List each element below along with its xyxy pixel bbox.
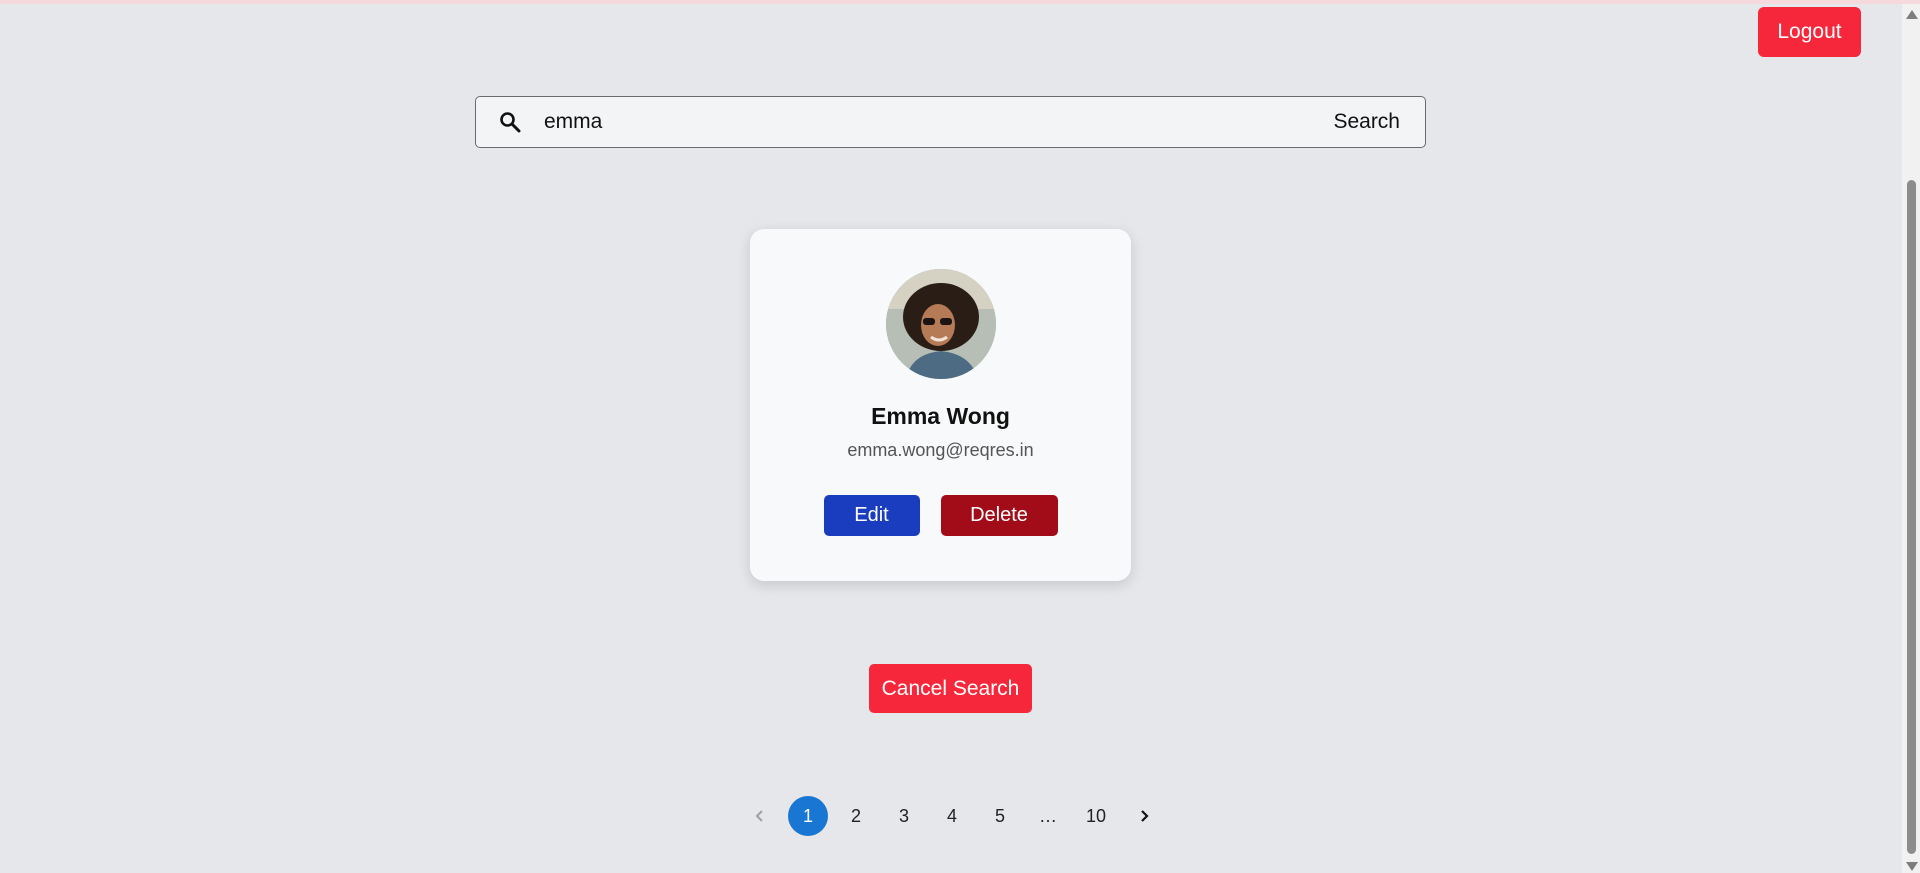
- user-name: Emma Wong: [871, 403, 1010, 429]
- cancel-search-button[interactable]: Cancel Search: [869, 664, 1032, 713]
- user-email: emma.wong@reqres.in: [847, 440, 1034, 460]
- edit-button[interactable]: Edit: [823, 495, 920, 536]
- page-button-5[interactable]: 5: [980, 796, 1020, 836]
- page-button-1[interactable]: 1: [788, 796, 828, 836]
- chevron-right-icon[interactable]: [1124, 796, 1164, 836]
- card-actions: Edit Delete: [823, 495, 1058, 536]
- search-input[interactable]: [544, 97, 1314, 147]
- delete-button[interactable]: Delete: [940, 495, 1058, 536]
- page-button-4[interactable]: 4: [932, 796, 972, 836]
- avatar: [885, 269, 996, 379]
- page-ellipsis: …: [1039, 805, 1057, 826]
- scrollbar[interactable]: [1902, 4, 1920, 873]
- search-button[interactable]: Search: [1313, 97, 1425, 147]
- page-button-2[interactable]: 2: [836, 796, 876, 836]
- pagination: 1 2 3 4 5 … 10: [740, 796, 1164, 836]
- user-card: Emma Wong emma.wong@reqres.in Edit Delet…: [750, 229, 1131, 581]
- search-bar: Search: [475, 96, 1426, 148]
- chevron-left-icon[interactable]: [740, 796, 780, 836]
- page-button-10[interactable]: 10: [1076, 796, 1116, 836]
- search-icon: [476, 110, 544, 134]
- scroll-up-icon[interactable]: [1906, 10, 1918, 19]
- page-button-3[interactable]: 3: [884, 796, 924, 836]
- scroll-thumb[interactable]: [1907, 180, 1916, 854]
- logout-button[interactable]: Logout: [1758, 7, 1861, 57]
- scroll-down-icon[interactable]: [1906, 862, 1918, 871]
